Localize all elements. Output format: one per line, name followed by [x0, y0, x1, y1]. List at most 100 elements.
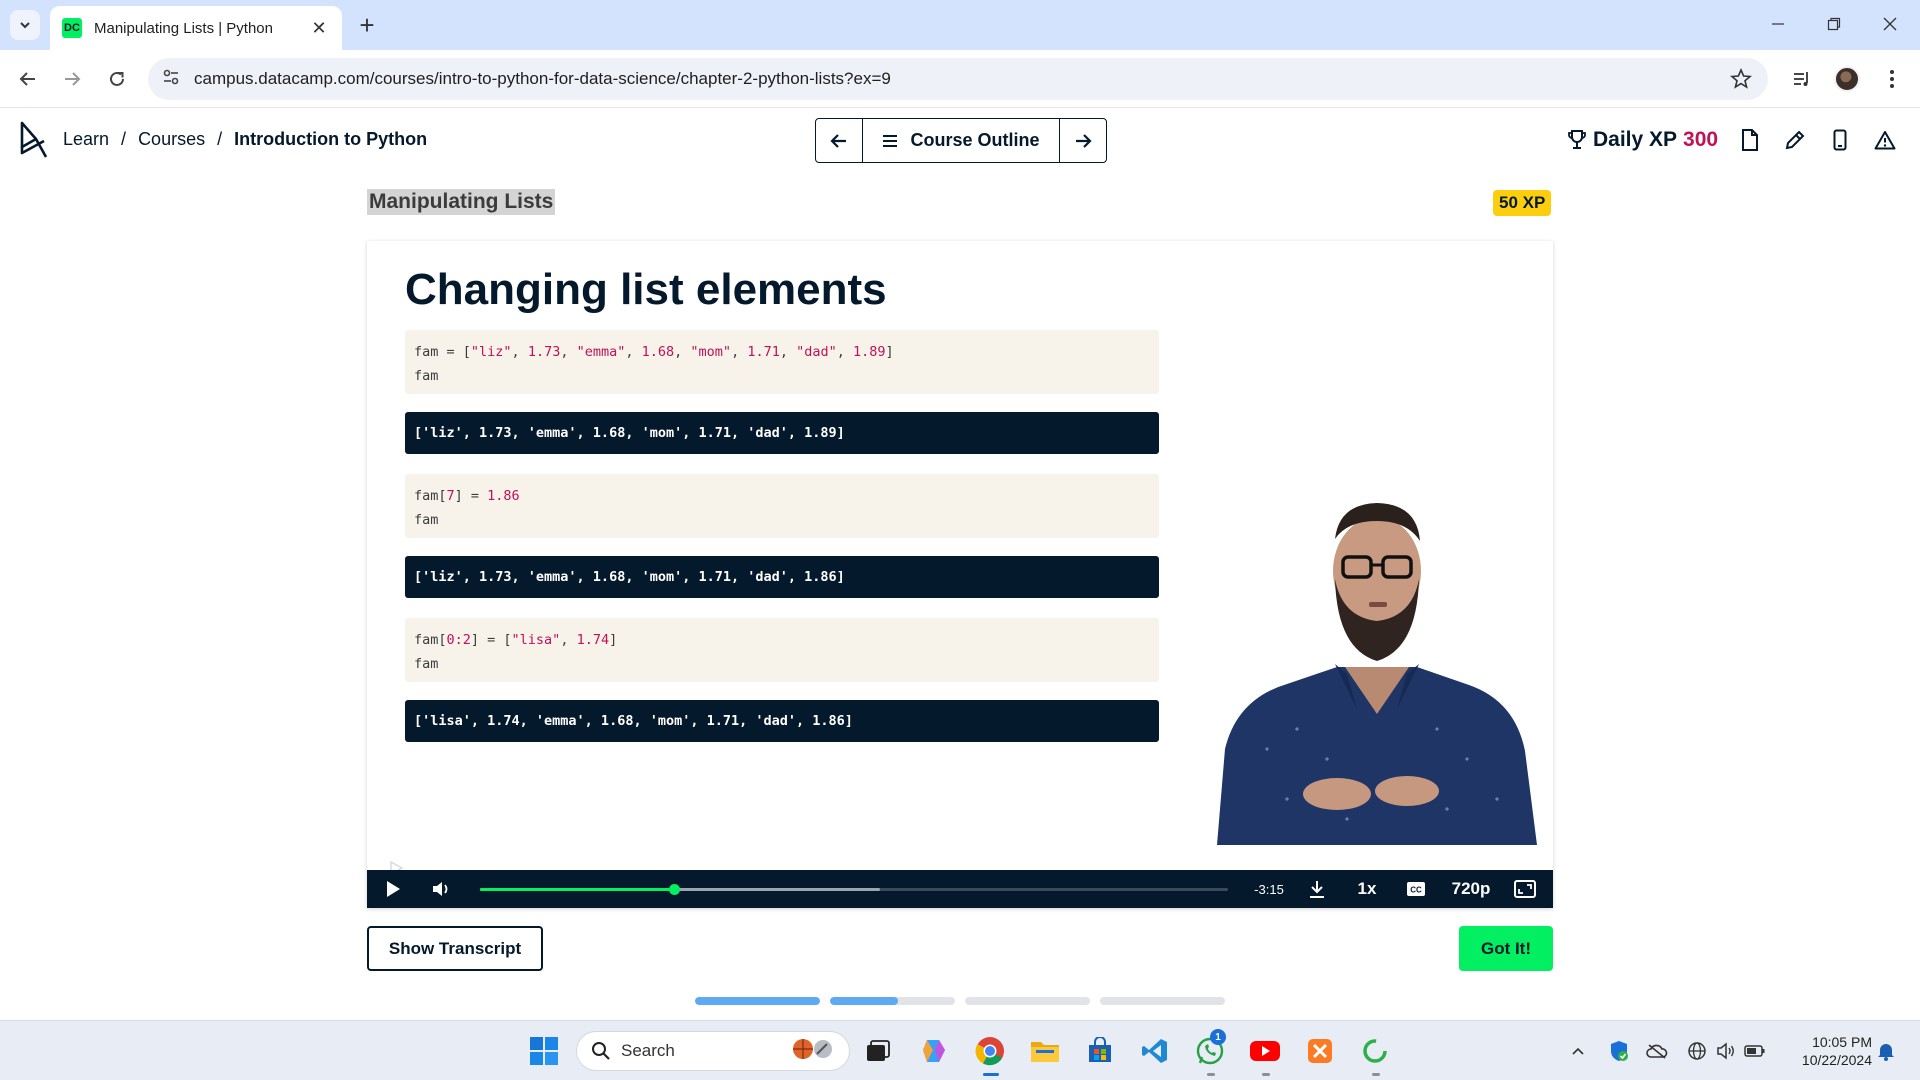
- code-line: fam: [414, 368, 439, 384]
- microsoft-store-icon[interactable]: [1082, 1033, 1118, 1069]
- forward-icon[interactable]: [56, 63, 88, 95]
- video-player[interactable]: Changing list elements fam = ["liz", 1.7…: [367, 241, 1553, 908]
- breadcrumb-separator: /: [121, 129, 127, 149]
- presenter-video-image: [1217, 503, 1537, 845]
- video-scrubber-handle[interactable]: [669, 884, 681, 895]
- daily-xp-label: Daily XP: [1593, 128, 1678, 151]
- youtube-icon[interactable]: [1247, 1033, 1283, 1069]
- got-it-button[interactable]: Got It!: [1459, 926, 1553, 971]
- copilot-icon[interactable]: [916, 1033, 952, 1069]
- code-line: fam[7] = 1.86: [414, 488, 520, 504]
- captions-icon[interactable]: CC: [1401, 870, 1431, 908]
- taskbar-clock[interactable]: 10:05 PM 10/22/2024: [1778, 1033, 1872, 1069]
- code-input-block: fam = ["liz", 1.73, "emma", 1.68, "mom",…: [405, 330, 1159, 394]
- course-outline-label: Course Outline: [910, 130, 1040, 150]
- site-settings-icon[interactable]: [162, 68, 180, 91]
- code-line: fam: [414, 656, 439, 672]
- whatsapp-notification-badge: 1: [1210, 1029, 1226, 1045]
- datacamp-logo[interactable]: [18, 119, 50, 159]
- code-output-block: ['lisa', 1.74, 'emma', 1.68, 'mom', 1.71…: [405, 700, 1159, 742]
- media-control-icon[interactable]: [1786, 63, 1818, 95]
- reload-icon[interactable]: [101, 63, 133, 95]
- daily-xp-value: 300: [1683, 128, 1719, 151]
- speaker-icon[interactable]: [1714, 1039, 1738, 1063]
- daily-xp[interactable]: Daily XP 300: [1567, 128, 1718, 152]
- browser-toolbar: campus.datacamp.com/courses/intro-to-pyt…: [0, 50, 1920, 108]
- fullscreen-icon[interactable]: [1510, 870, 1540, 908]
- breadcrumb-courses[interactable]: Courses: [138, 129, 205, 150]
- lesson-progress-segment: [1100, 997, 1225, 1005]
- network-globe-icon[interactable]: [1685, 1039, 1709, 1063]
- more-menu-icon[interactable]: [1876, 63, 1908, 95]
- course-outline-button[interactable]: Course Outline: [862, 119, 1060, 162]
- task-view-icon[interactable]: [860, 1033, 896, 1069]
- file-explorer-icon[interactable]: [1027, 1033, 1063, 1069]
- document-icon[interactable]: [1737, 127, 1763, 153]
- running-indicator: [1207, 1073, 1215, 1076]
- lesson-progress-segment: [830, 997, 955, 1005]
- warning-icon[interactable]: [1872, 127, 1898, 153]
- pencil-icon[interactable]: [1782, 127, 1808, 153]
- playback-speed-button[interactable]: 1x: [1352, 870, 1382, 908]
- taskbar-search[interactable]: Search: [576, 1031, 850, 1071]
- video-played-bar: [480, 888, 675, 891]
- tab-title: Manipulating Lists | Python: [94, 19, 273, 37]
- previous-exercise-button[interactable]: [816, 119, 862, 162]
- code-output-block: ['liz', 1.73, 'emma', 1.68, 'mom', 1.71,…: [405, 556, 1159, 598]
- loading-app-icon[interactable]: [1357, 1033, 1393, 1069]
- vscode-icon[interactable]: [1137, 1033, 1173, 1069]
- code-line: fam = ["liz", 1.73, "emma", 1.68, "mom",…: [414, 344, 894, 360]
- onedrive-icon[interactable]: [1645, 1039, 1669, 1063]
- xampp-icon[interactable]: [1302, 1033, 1338, 1069]
- code-output-block: ['liz', 1.73, 'emma', 1.68, 'mom', 1.71,…: [405, 412, 1159, 454]
- browser-tab-active[interactable]: DC Manipulating Lists | Python ✕: [50, 6, 342, 50]
- time-remaining: -3:15: [1254, 881, 1284, 897]
- search-icon: [592, 1042, 610, 1060]
- running-indicator: [1372, 1073, 1380, 1076]
- code-input-block: fam[0:2] = ["lisa", 1.74] fam: [405, 618, 1159, 682]
- search-highlight-icon: [791, 1037, 835, 1066]
- clock-time: 10:05 PM: [1812, 1034, 1872, 1050]
- slide-title: Changing list elements: [405, 265, 887, 314]
- security-shield-icon[interactable]: [1607, 1039, 1631, 1063]
- browser-tab-strip: DC Manipulating Lists | Python ✕ +: [0, 0, 1920, 50]
- lesson-progress-segment: [695, 997, 820, 1005]
- battery-icon[interactable]: [1743, 1039, 1767, 1063]
- breadcrumb-separator: /: [217, 129, 223, 149]
- restore-icon[interactable]: [1814, 8, 1854, 40]
- play-icon[interactable]: [379, 870, 407, 908]
- breadcrumb-learn[interactable]: Learn: [63, 129, 109, 150]
- course-navigation: Course Outline: [815, 118, 1107, 163]
- volume-icon[interactable]: [427, 870, 455, 908]
- notification-bell-icon[interactable]: [1874, 1039, 1898, 1063]
- code-line: fam: [414, 512, 439, 528]
- chrome-icon[interactable]: [972, 1033, 1008, 1069]
- address-bar[interactable]: campus.datacamp.com/courses/intro-to-pyt…: [148, 58, 1768, 100]
- quality-button[interactable]: 720p: [1447, 870, 1495, 908]
- show-transcript-button[interactable]: Show Transcript: [367, 926, 543, 971]
- lesson-progress-segment: [965, 997, 1090, 1005]
- mobile-icon[interactable]: [1827, 127, 1853, 153]
- tab-search-chevron-down-icon[interactable]: [10, 10, 40, 40]
- video-progress-track[interactable]: [480, 884, 1228, 895]
- download-icon[interactable]: [1301, 870, 1333, 908]
- datacamp-favicon: DC: [62, 18, 82, 38]
- video-control-bar: -3:15 1x CC 720p: [367, 870, 1553, 908]
- back-icon[interactable]: [12, 63, 44, 95]
- windows-start-icon[interactable]: [526, 1033, 562, 1069]
- next-exercise-button[interactable]: [1060, 119, 1106, 162]
- breadcrumb-course[interactable]: Introduction to Python: [234, 129, 427, 150]
- close-window-icon[interactable]: [1870, 8, 1910, 40]
- code-input-block: fam[7] = 1.86 fam: [405, 474, 1159, 538]
- bookmark-star-icon[interactable]: [1730, 67, 1752, 95]
- chrome-active-indicator: [983, 1073, 999, 1076]
- profile-avatar[interactable]: [1831, 63, 1863, 95]
- code-line: fam[0:2] = ["lisa", 1.74]: [414, 632, 618, 648]
- tab-close-icon[interactable]: ✕: [308, 17, 330, 39]
- taskbar-search-label: Search: [621, 1041, 675, 1060]
- minimize-icon[interactable]: [1758, 8, 1798, 40]
- tray-chevron-up-icon[interactable]: [1566, 1039, 1590, 1063]
- breadcrumb: Learn / Courses / Introduction to Python: [63, 129, 427, 150]
- clock-date: 10/22/2024: [1801, 1052, 1872, 1068]
- new-tab-plus-icon[interactable]: +: [352, 10, 382, 40]
